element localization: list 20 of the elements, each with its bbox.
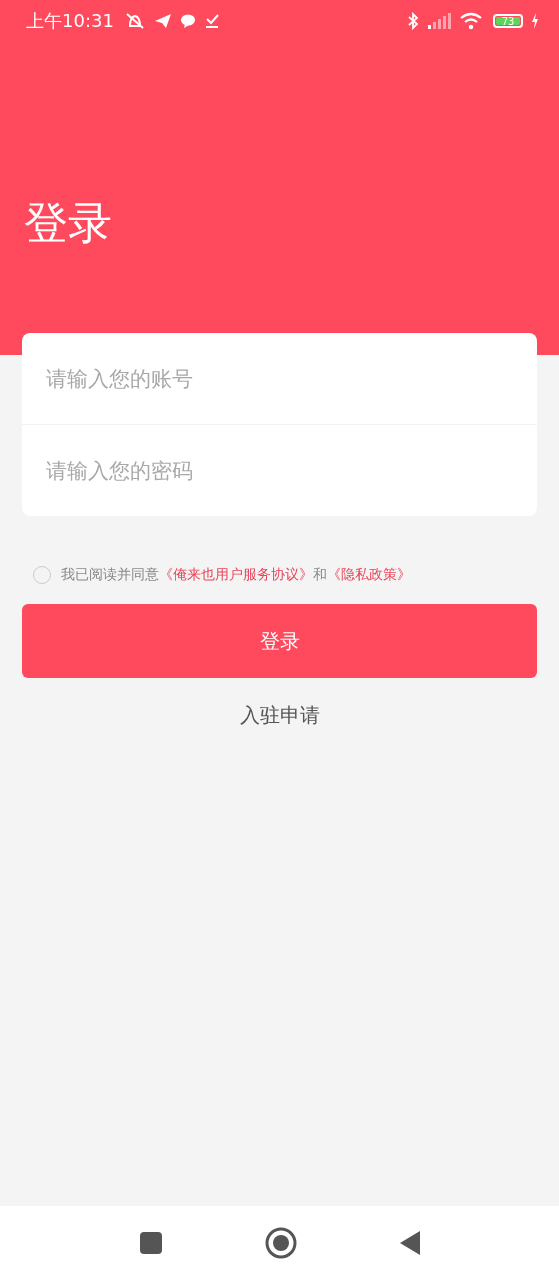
account-field[interactable]: 请输入您的账号 xyxy=(22,333,537,424)
status-time: 上午10:31 xyxy=(26,9,114,33)
battery-icon: 73 xyxy=(493,14,523,28)
back-triangle-icon[interactable] xyxy=(398,1230,421,1256)
agreement-link[interactable]: 《俺来也用户服务协议》 xyxy=(159,566,313,582)
password-field[interactable]: 请输入您的密码 xyxy=(22,424,537,516)
apply-link[interactable]: 入驻申请 xyxy=(239,702,320,729)
page-title: 登录 xyxy=(24,197,112,249)
download-check-icon xyxy=(203,13,220,29)
wifi-icon xyxy=(459,12,483,30)
chat-bubble-icon xyxy=(179,13,196,29)
signal-icon xyxy=(427,13,451,29)
agreement-text: 我已阅读并同意《俺来也用户服务协议》和《隐私政策》 xyxy=(61,566,411,584)
home-circle-icon[interactable] xyxy=(264,1227,297,1259)
square-icon[interactable] xyxy=(138,1231,163,1255)
charging-icon xyxy=(531,13,539,29)
send-icon xyxy=(153,13,172,29)
login-button[interactable]: 登录 xyxy=(22,604,537,678)
privacy-link[interactable]: 《隐私政策》 xyxy=(327,566,411,582)
bluetooth-icon xyxy=(407,12,419,30)
